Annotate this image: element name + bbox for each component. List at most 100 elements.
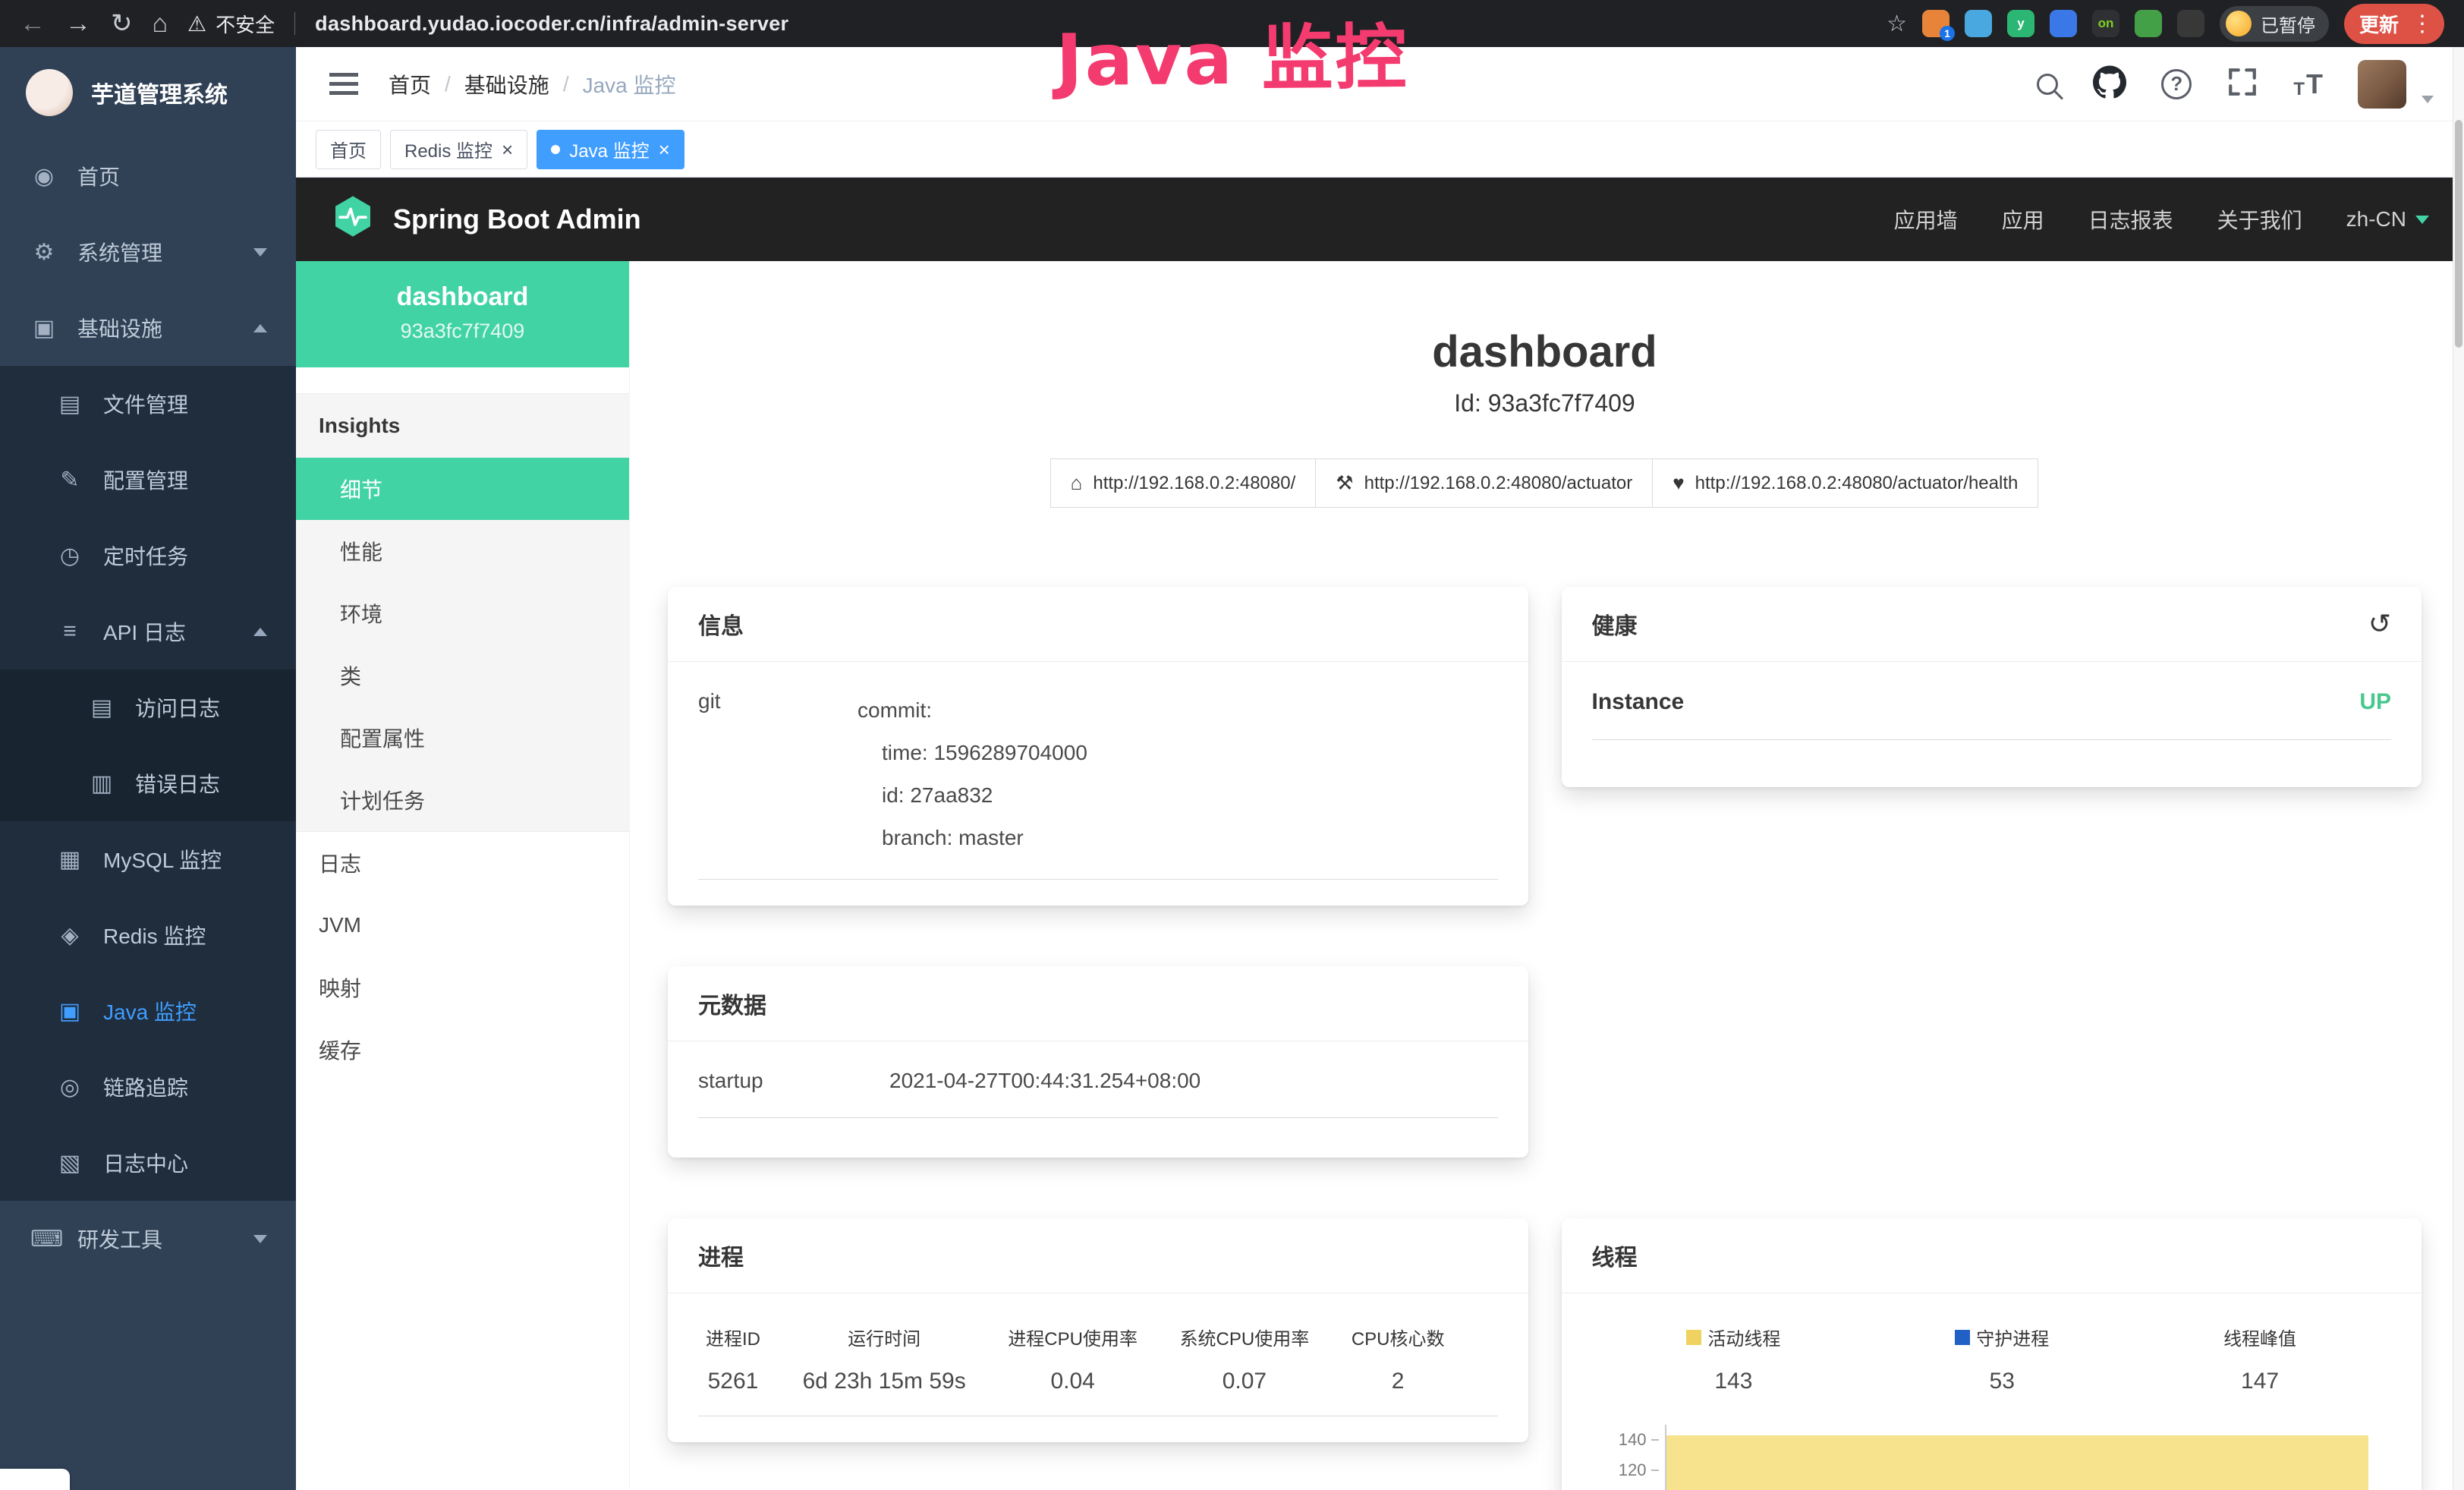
sidebar-item-log-center[interactable]: ▧ 日志中心 xyxy=(0,1125,296,1201)
sidebar-item-mysql-monitor[interactable]: ▦ MySQL 监控 xyxy=(0,821,296,897)
info-card-title: 信息 xyxy=(698,607,744,641)
sidebar-item-home[interactable]: ◉ 首页 xyxy=(0,138,296,214)
stat-process-cpu: 进程CPU使用率 0.04 xyxy=(1008,1324,1138,1394)
sba-item-jvm[interactable]: JVM xyxy=(296,894,629,956)
sba-item-mappings[interactable]: 映射 xyxy=(296,956,629,1019)
instance-header[interactable]: dashboard 93a3fc7f7409 xyxy=(296,261,629,367)
sba-item-config-props[interactable]: 配置属性 xyxy=(296,707,629,769)
app-logo-row[interactable]: 芋道管理系统 xyxy=(0,47,296,138)
sba-brand[interactable]: Spring Boot Admin xyxy=(331,194,641,245)
search-icon[interactable] xyxy=(2037,74,2058,95)
extension-icon-4[interactable] xyxy=(2050,10,2077,37)
home-icon[interactable]: ⌂ xyxy=(153,11,168,36)
sidebar-item-label: 定时任务 xyxy=(103,540,188,571)
stat-value: 5261 xyxy=(706,1369,760,1394)
stat-value: 0.04 xyxy=(1008,1369,1138,1394)
browser-update-button[interactable]: 更新 ⋮ xyxy=(2344,4,2444,44)
sba-nav-applications[interactable]: 应用 xyxy=(2002,204,2044,235)
health-url-link[interactable]: ♥ http://192.168.0.2:48080/actuator/heal… xyxy=(1652,458,2038,508)
sidebar-item-label: 系统管理 xyxy=(77,237,162,267)
startup-value: 2021-04-27T00:44:31.254+08:00 xyxy=(889,1069,1201,1093)
address-bar[interactable]: dashboard.yudao.iocoder.cn/infra/admin-s… xyxy=(315,12,788,36)
sidebar-item-java-monitor[interactable]: ▣ Java 监控 xyxy=(0,973,296,1049)
reload-icon[interactable]: ↻ xyxy=(111,11,133,36)
tab-redis-monitor[interactable]: Redis 监控 × xyxy=(390,130,527,169)
sba-item-details[interactable]: 细节 xyxy=(296,458,629,520)
profile-face-icon xyxy=(2226,11,2252,36)
font-size-icon[interactable]: TT xyxy=(2293,68,2323,100)
user-avatar[interactable] xyxy=(2358,60,2406,109)
scrollbar-thumb[interactable] xyxy=(2455,120,2462,348)
stat-cpu-cores: CPU核心数 2 xyxy=(1352,1324,1445,1394)
github-icon[interactable] xyxy=(2093,65,2126,102)
active-dot xyxy=(551,145,560,154)
sba-body: dashboard 93a3fc7f7409 Insights 细节 性能 环境… xyxy=(296,261,2464,1490)
extension-icon-1[interactable]: 1 xyxy=(1922,10,1949,37)
extension-icon-6[interactable] xyxy=(2135,10,2162,37)
extension-icon-5[interactable]: on xyxy=(2092,10,2119,37)
git-info-row: git commit: time: 1596289704000 id: 27aa… xyxy=(698,689,1498,880)
sidebar-item-file-management[interactable]: ▤ 文件管理 xyxy=(0,366,296,442)
sba-nav-about[interactable]: 关于我们 xyxy=(2217,204,2302,235)
sba-nav-journal[interactable]: 日志报表 xyxy=(2088,204,2173,235)
bookmark-star-icon[interactable]: ☆ xyxy=(1887,11,1907,37)
commit-line: commit: xyxy=(858,689,1087,732)
stat-pid: 进程ID 5261 xyxy=(706,1324,760,1394)
card-title: 线程 xyxy=(1562,1218,2422,1293)
instance-links: ⌂ http://192.168.0.2:48080/ ⚒ http://192… xyxy=(668,458,2422,508)
service-url-link[interactable]: ⌂ http://192.168.0.2:48080/ xyxy=(1050,458,1317,508)
gear-icon: ⚙ xyxy=(30,239,58,266)
help-icon[interactable]: ? xyxy=(2161,69,2192,99)
profile-paused-badge[interactable]: 已暂停 xyxy=(2220,6,2329,42)
sidebar-item-error-logs[interactable]: ▥ 错误日志 xyxy=(0,745,296,821)
sidebar-item-label: 访问日志 xyxy=(135,692,220,723)
sidebar-item-access-logs[interactable]: ▤ 访问日志 xyxy=(0,669,296,745)
sba-nav: 应用墙 应用 日志报表 关于我们 zh-CN xyxy=(1894,204,2429,235)
sidebar-item-infrastructure[interactable]: ▣ 基础设施 xyxy=(0,290,296,366)
locale-selector[interactable]: zh-CN xyxy=(2346,207,2429,232)
tab-java-monitor[interactable]: Java 监控 × xyxy=(537,130,684,169)
sba-item-logs[interactable]: 日志 xyxy=(296,832,629,894)
sba-item-performance[interactable]: 性能 xyxy=(296,520,629,582)
small-t: T xyxy=(2293,79,2305,100)
breadcrumb-separator: / xyxy=(445,72,451,96)
health-card-title: 健康 xyxy=(1592,607,1638,641)
history-icon[interactable]: ↺ xyxy=(2368,608,2391,640)
site-security-chip[interactable]: ⚠ 不安全 xyxy=(187,10,275,38)
sidebar-item-dev-tools[interactable]: ⌨ 研发工具 xyxy=(0,1201,296,1277)
fullscreen-icon[interactable] xyxy=(2226,66,2258,102)
sidebar-item-scheduled-jobs[interactable]: ◷ 定时任务 xyxy=(0,518,296,594)
actuator-url-link[interactable]: ⚒ http://192.168.0.2:48080/actuator xyxy=(1315,458,1653,508)
page-title: dashboard xyxy=(668,326,2422,377)
page-scrollbar[interactable] xyxy=(2453,47,2464,1490)
breadcrumb-home[interactable]: 首页 xyxy=(389,69,431,99)
extension-icon-7[interactable] xyxy=(2177,10,2204,37)
browser-menu-icon[interactable]: ⋮ xyxy=(2411,11,2434,37)
sidebar-item-trace[interactable]: ◎ 链路追踪 xyxy=(0,1049,296,1125)
sidebar-item-system-management[interactable]: ⚙ 系统管理 xyxy=(0,214,296,290)
tools-icon: ⌨ xyxy=(30,1226,58,1252)
sidebar-item-label: 文件管理 xyxy=(103,389,188,419)
hamburger-icon[interactable] xyxy=(329,82,358,86)
forward-icon[interactable]: → xyxy=(65,11,91,36)
sidebar-item-config-management[interactable]: ✎ 配置管理 xyxy=(0,442,296,518)
sba-item-caches[interactable]: 缓存 xyxy=(296,1019,629,1081)
back-icon[interactable]: ← xyxy=(20,11,46,36)
tab-home[interactable]: 首页 xyxy=(316,130,381,169)
legend-value: 53 xyxy=(1955,1369,2049,1394)
close-icon[interactable]: × xyxy=(502,140,513,159)
sba-item-scheduled-tasks[interactable]: 计划任务 xyxy=(296,769,629,831)
breadcrumb-infrastructure[interactable]: 基础设施 xyxy=(464,69,549,99)
sba-item-classes[interactable]: 类 xyxy=(296,644,629,707)
sidebar-item-api-logs[interactable]: ≡ API 日志 xyxy=(0,594,296,669)
extension-icon-3[interactable]: y xyxy=(2007,10,2034,37)
legend-label: 线程峰值 xyxy=(2223,1324,2296,1350)
extension-icon-2[interactable] xyxy=(1965,10,1992,37)
sidebar-item-redis-monitor[interactable]: ◈ Redis 监控 xyxy=(0,897,296,973)
sba-nav-wallboard[interactable]: 应用墙 xyxy=(1894,204,1958,235)
close-icon[interactable]: × xyxy=(659,140,670,159)
sba-item-environment[interactable]: 环境 xyxy=(296,582,629,644)
instance-id-line: Id: 93a3fc7f7409 xyxy=(668,389,2422,417)
health-instance-row[interactable]: Instance UP xyxy=(1592,689,2392,740)
avatar-caret-icon[interactable] xyxy=(2422,96,2434,103)
